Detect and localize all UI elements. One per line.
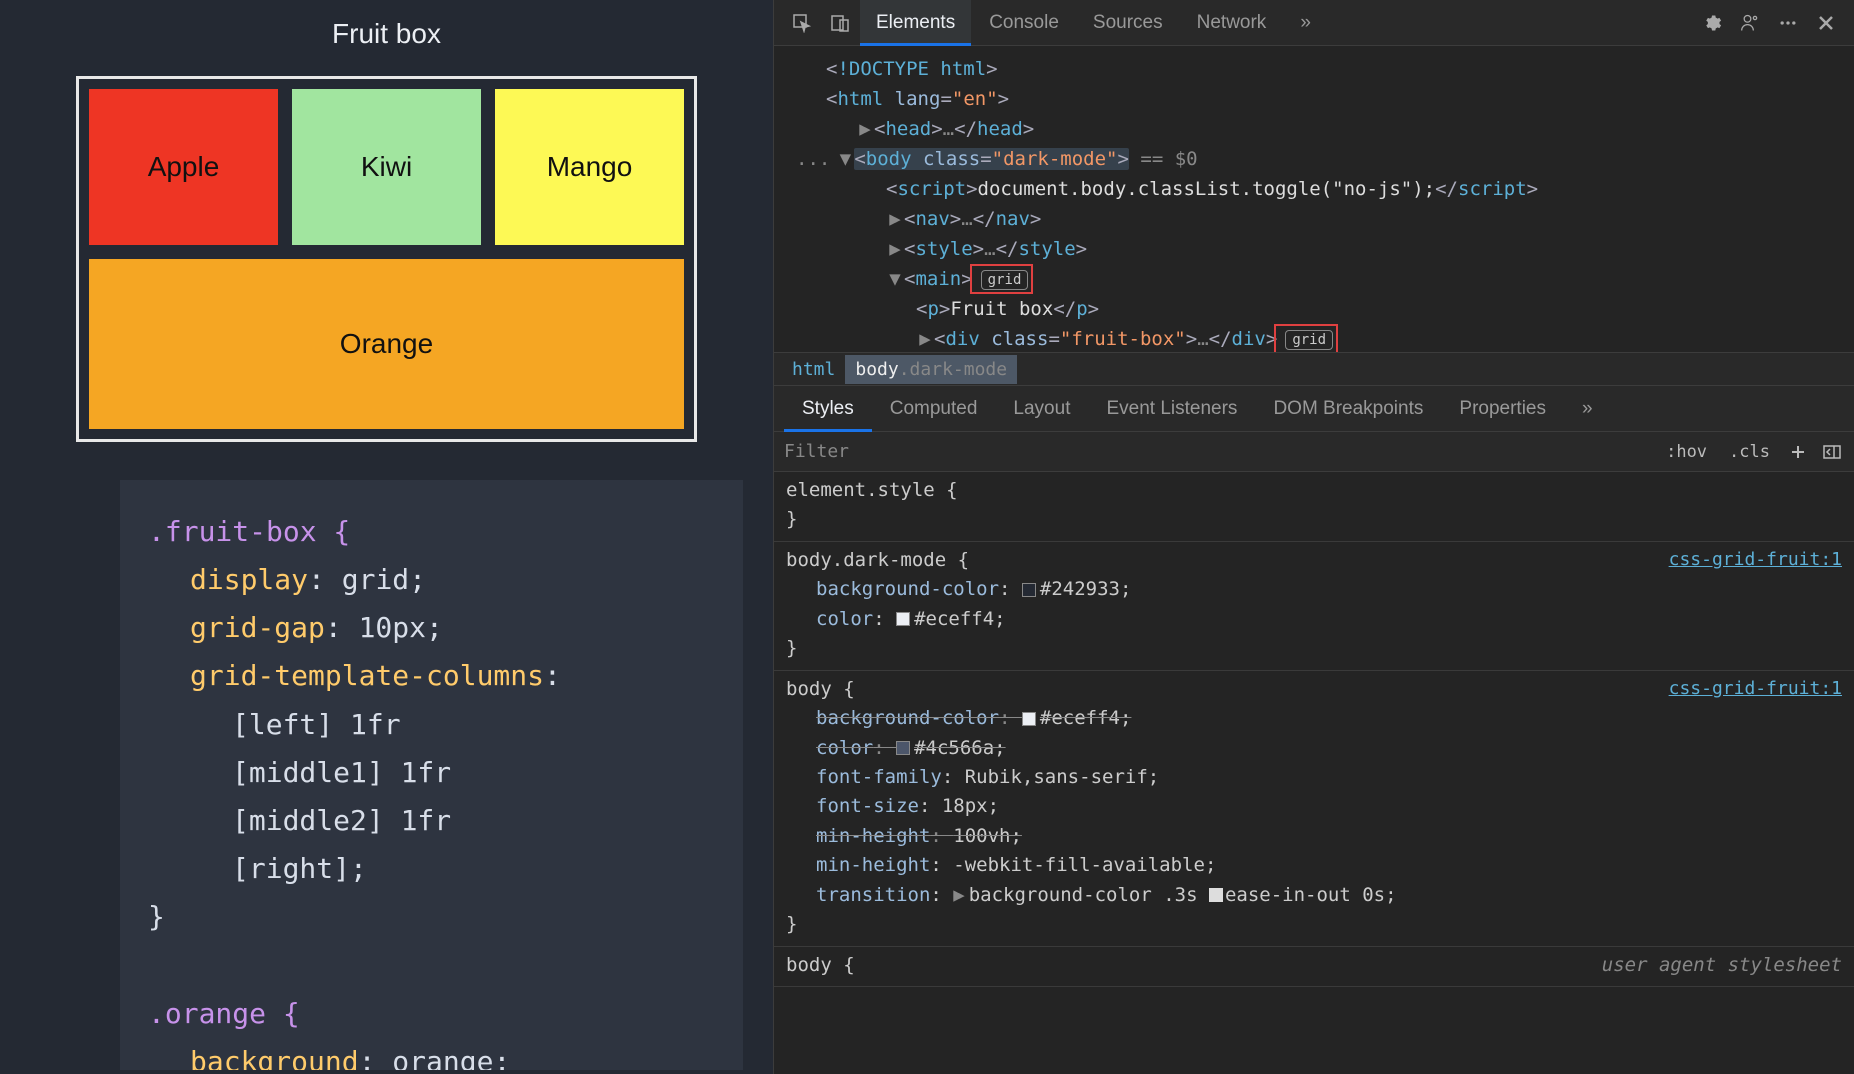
styles-pane[interactable]: element.style { } css-grid-fruit:1 body.… (774, 472, 1854, 1074)
toggle-sidebar-icon[interactable] (1820, 440, 1844, 464)
subtab-event-listeners[interactable]: Event Listeners (1088, 386, 1255, 432)
fruit-apple: Apple (89, 89, 278, 245)
tab-network[interactable]: Network (1181, 0, 1283, 46)
subtab-properties[interactable]: Properties (1441, 386, 1564, 432)
subtab-overflow[interactable]: » (1564, 386, 1611, 432)
crumb-html[interactable]: html (782, 355, 845, 384)
subtab-computed[interactable]: Computed (872, 386, 996, 432)
tab-elements[interactable]: Elements (860, 0, 971, 46)
styles-filter-input[interactable] (784, 441, 1650, 462)
devtools-panel: Elements Console Sources Network » <!DOC… (773, 0, 1854, 1074)
source-link[interactable]: css-grid-fruit:1 (1669, 546, 1842, 574)
tab-sources[interactable]: Sources (1077, 0, 1179, 46)
device-toggle-icon[interactable] (822, 5, 858, 41)
rule-body[interactable]: css-grid-fruit:1 body { background-color… (774, 671, 1854, 947)
rule-element-style[interactable]: element.style { } (774, 472, 1854, 542)
hov-toggle[interactable]: :hov (1660, 442, 1713, 462)
rule-body-dark-mode[interactable]: css-grid-fruit:1 body.dark-mode { backgr… (774, 542, 1854, 671)
new-style-rule-icon[interactable] (1786, 440, 1810, 464)
settings-gear-icon[interactable] (1694, 5, 1730, 41)
dom-breadcrumb: html body.dark-mode (774, 352, 1854, 386)
rule-body-ua[interactable]: user agent stylesheet body { (774, 947, 1854, 987)
subtab-dom-breakpoints[interactable]: DOM Breakpoints (1255, 386, 1441, 432)
tab-console[interactable]: Console (973, 0, 1075, 46)
fruit-orange: Orange (89, 259, 684, 429)
subtab-layout[interactable]: Layout (995, 386, 1088, 432)
close-icon[interactable] (1808, 5, 1844, 41)
kebab-menu-icon[interactable] (1770, 5, 1806, 41)
fruit-box-grid: Apple Kiwi Mango Orange (76, 76, 697, 442)
account-icon[interactable] (1732, 5, 1768, 41)
styles-filter-bar: :hov .cls (774, 432, 1854, 472)
grid-badge-fruitbox[interactable]: grid (1277, 327, 1335, 351)
subtab-styles[interactable]: Styles (784, 386, 872, 432)
styles-sub-tabs: Styles Computed Layout Event Listeners D… (774, 386, 1854, 432)
ua-stylesheet-label: user agent stylesheet (1602, 951, 1842, 980)
tabs-overflow[interactable]: » (1284, 0, 1327, 46)
cls-toggle[interactable]: .cls (1723, 442, 1776, 462)
page-panel: Fruit box Apple Kiwi Mango Orange .fruit… (0, 0, 773, 1074)
source-link[interactable]: css-grid-fruit:1 (1669, 675, 1842, 703)
fruit-kiwi: Kiwi (292, 89, 481, 245)
devtools-toolbar: Elements Console Sources Network » (774, 0, 1854, 46)
grid-badge-main[interactable]: grid (973, 267, 1031, 291)
page-title: Fruit box (0, 18, 773, 50)
dom-tree[interactable]: <!DOCTYPE html> <html lang="en"> ▶<head>… (774, 46, 1854, 352)
crumb-body[interactable]: body.dark-mode (845, 355, 1017, 384)
inspect-icon[interactable] (784, 5, 820, 41)
fruit-mango: Mango (495, 89, 684, 245)
css-code-block: .fruit-box { display: grid; grid-gap: 10… (120, 480, 743, 1070)
